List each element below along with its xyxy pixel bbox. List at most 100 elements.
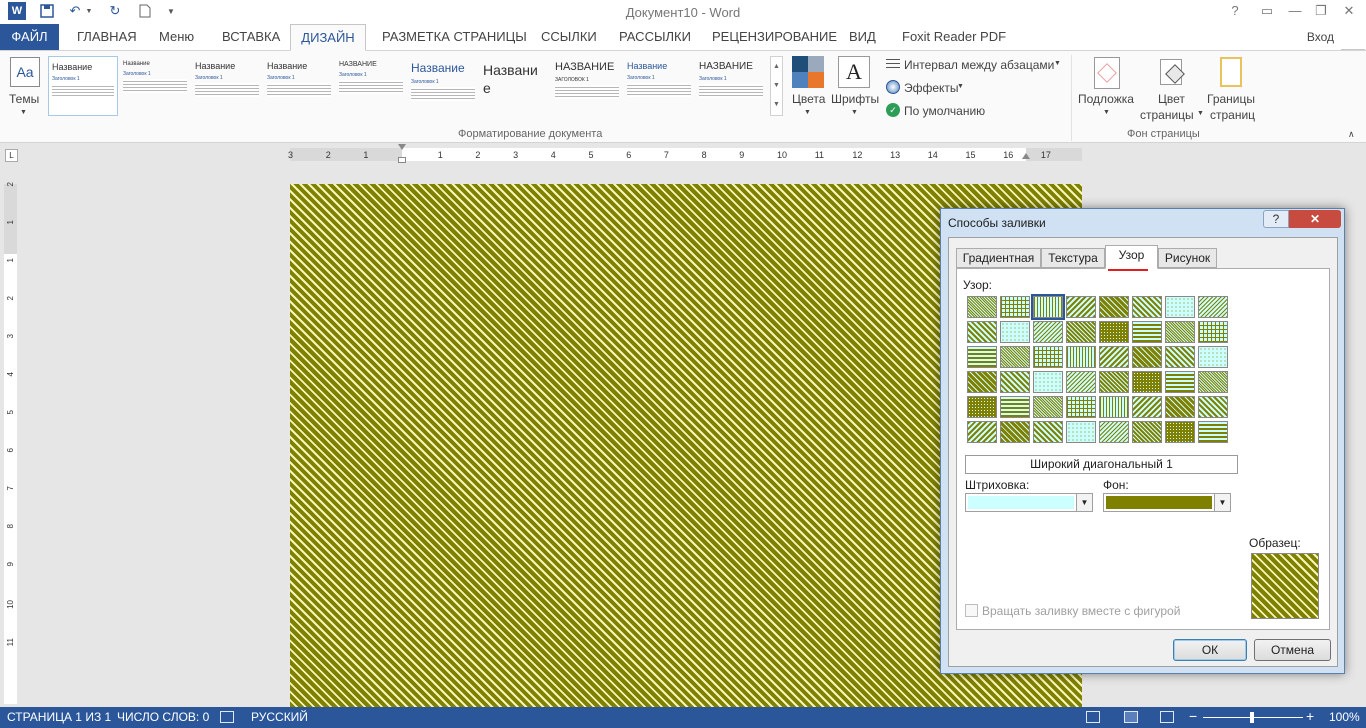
indent-marker-icon[interactable]: [398, 157, 406, 163]
pattern-swatch[interactable]: [1000, 346, 1030, 368]
zoom-in-button[interactable]: +: [1306, 708, 1314, 724]
pattern-swatch[interactable]: [1099, 396, 1129, 418]
word-count[interactable]: ЧИСЛО СЛОВ: 0: [117, 710, 209, 724]
pattern-swatch[interactable]: [1031, 294, 1065, 320]
gallery-item[interactable]: Название Заголовок 1: [264, 56, 334, 116]
chevron-down-icon[interactable]: ▼: [1197, 110, 1204, 117]
pattern-swatch[interactable]: [1066, 346, 1096, 368]
themes-button-label[interactable]: Темы: [9, 92, 39, 106]
chevron-down-icon[interactable]: ▼: [1054, 60, 1061, 67]
scroll-down-icon[interactable]: ▼: [771, 76, 782, 95]
zoom-slider-thumb[interactable]: [1250, 712, 1254, 723]
pattern-swatch[interactable]: [1198, 396, 1228, 418]
tab-texture[interactable]: Текстура: [1041, 248, 1105, 268]
pattern-swatch[interactable]: [1132, 396, 1162, 418]
page-borders-icon[interactable]: [1220, 57, 1242, 87]
pattern-swatch[interactable]: [967, 421, 997, 443]
gallery-item[interactable]: Названи е: [480, 56, 550, 116]
pattern-swatch[interactable]: [1000, 396, 1030, 418]
vertical-ruler[interactable]: 2 1 1 2 3 4 5 6 7 8 9 10 11: [4, 182, 17, 704]
pattern-swatch[interactable]: [1198, 421, 1228, 443]
pattern-swatch[interactable]: [1198, 321, 1228, 343]
pattern-swatch[interactable]: [967, 396, 997, 418]
pattern-swatch[interactable]: [1165, 396, 1195, 418]
pattern-swatch[interactable]: [1165, 371, 1195, 393]
tab-view[interactable]: ВИД: [847, 24, 878, 50]
language-indicator[interactable]: РУССКИЙ: [251, 710, 308, 724]
pattern-swatch[interactable]: [1099, 346, 1129, 368]
gallery-item[interactable]: НАЗВАНИЕ ЗАГОЛОВОК 1: [552, 56, 622, 116]
ribbon-display-options-icon[interactable]: ▭: [1254, 2, 1280, 20]
pattern-swatch[interactable]: [1099, 321, 1129, 343]
pattern-swatch[interactable]: [1033, 396, 1063, 418]
restore-button[interactable]: ❐: [1308, 2, 1334, 20]
pattern-swatch[interactable]: [1033, 421, 1063, 443]
pattern-swatch[interactable]: [1099, 296, 1129, 318]
zoom-level[interactable]: 100%: [1329, 710, 1360, 724]
pattern-swatch[interactable]: [1000, 421, 1030, 443]
cancel-button[interactable]: Отмена: [1254, 639, 1331, 661]
pattern-swatch[interactable]: [1000, 321, 1030, 343]
tab-review[interactable]: РЕЦЕНЗИРОВАНИЕ: [710, 24, 839, 50]
gallery-item[interactable]: Название Заголовок 1: [192, 56, 262, 116]
pattern-swatch[interactable]: [1132, 296, 1162, 318]
pattern-swatch[interactable]: [1033, 346, 1063, 368]
redo-icon[interactable]: ↻: [106, 2, 124, 20]
minimize-button[interactable]: —: [1282, 2, 1308, 20]
tab-pattern[interactable]: Узор: [1105, 245, 1158, 269]
tab-references[interactable]: ССЫЛКИ: [539, 24, 599, 50]
chevron-down-icon[interactable]: ▼: [851, 109, 858, 116]
dialog-close-button[interactable]: ✕: [1289, 210, 1341, 228]
page-color-button-label-2[interactable]: страницы: [1140, 108, 1194, 122]
pattern-swatch[interactable]: [1000, 371, 1030, 393]
pattern-swatch[interactable]: [1000, 296, 1030, 318]
pattern-swatch[interactable]: [1099, 371, 1129, 393]
new-document-icon[interactable]: [136, 2, 154, 20]
paragraph-spacing-button[interactable]: Интервал между абзацами: [904, 58, 1054, 72]
gallery-more-icon[interactable]: ▼: [771, 95, 782, 114]
scroll-up-icon[interactable]: ▲: [771, 57, 782, 76]
tab-selector-icon[interactable]: L: [5, 149, 18, 162]
fonts-button-label[interactable]: Шрифты: [831, 92, 879, 106]
close-button[interactable]: ✕: [1336, 2, 1362, 20]
tab-foxit[interactable]: Foxit Reader PDF: [900, 24, 1008, 50]
watermark-button-label[interactable]: Подложка: [1078, 92, 1134, 106]
horizontal-ruler[interactable]: 3 2 1 1 2 3 4 5 6 7 8 9 10 11 12 13 14 15 16 17: [288, 144, 1082, 163]
indent-marker-icon[interactable]: [398, 144, 406, 150]
word-app-icon[interactable]: W: [8, 2, 26, 20]
tab-picture[interactable]: Рисунок: [1158, 248, 1217, 268]
pattern-swatch[interactable]: [1033, 321, 1063, 343]
pattern-swatch[interactable]: [1165, 296, 1195, 318]
pattern-swatch[interactable]: [1066, 296, 1096, 318]
page-color-button-label[interactable]: Цвет: [1158, 92, 1185, 106]
help-icon[interactable]: ?: [1222, 2, 1248, 20]
page-count[interactable]: СТРАНИЦА 1 ИЗ 1: [7, 710, 111, 724]
pattern-swatch[interactable]: [967, 371, 997, 393]
pattern-swatch[interactable]: [1066, 321, 1096, 343]
set-as-default-button[interactable]: По умолчанию: [904, 104, 985, 118]
tab-home[interactable]: ГЛАВНАЯ: [75, 24, 139, 50]
pattern-swatch[interactable]: [1066, 371, 1096, 393]
tab-menu[interactable]: Меню: [157, 24, 196, 50]
collapse-ribbon-icon[interactable]: ∧: [1348, 129, 1355, 140]
gallery-item[interactable]: НАЗВАНИЕ Заголовок 1: [336, 56, 406, 116]
themes-icon[interactable]: Aa: [10, 57, 40, 87]
pattern-swatch[interactable]: [1066, 396, 1096, 418]
pattern-swatch[interactable]: [1066, 421, 1096, 443]
customize-qat-icon[interactable]: ▼: [162, 2, 180, 20]
zoom-out-button[interactable]: −: [1189, 708, 1197, 724]
effects-button[interactable]: Эффекты: [904, 81, 959, 95]
pattern-swatch[interactable]: [1165, 346, 1195, 368]
colors-icon[interactable]: [792, 56, 824, 88]
gallery-item[interactable]: НАЗВАНИЕ Заголовок 1: [696, 56, 766, 116]
gallery-item[interactable]: Название Заголовок 1: [408, 56, 478, 116]
foreground-color-picker[interactable]: ▼: [965, 493, 1093, 512]
chevron-down-icon[interactable]: ▼: [20, 109, 27, 116]
chevron-down-icon[interactable]: ▼: [804, 109, 811, 116]
tab-mailings[interactable]: РАССЫЛКИ: [617, 24, 693, 50]
pattern-swatch[interactable]: [967, 321, 997, 343]
web-layout-icon[interactable]: [1160, 711, 1174, 723]
dialog-help-button[interactable]: ?: [1263, 210, 1289, 228]
pattern-swatch[interactable]: [1198, 296, 1228, 318]
ok-button[interactable]: ОК: [1173, 639, 1247, 661]
